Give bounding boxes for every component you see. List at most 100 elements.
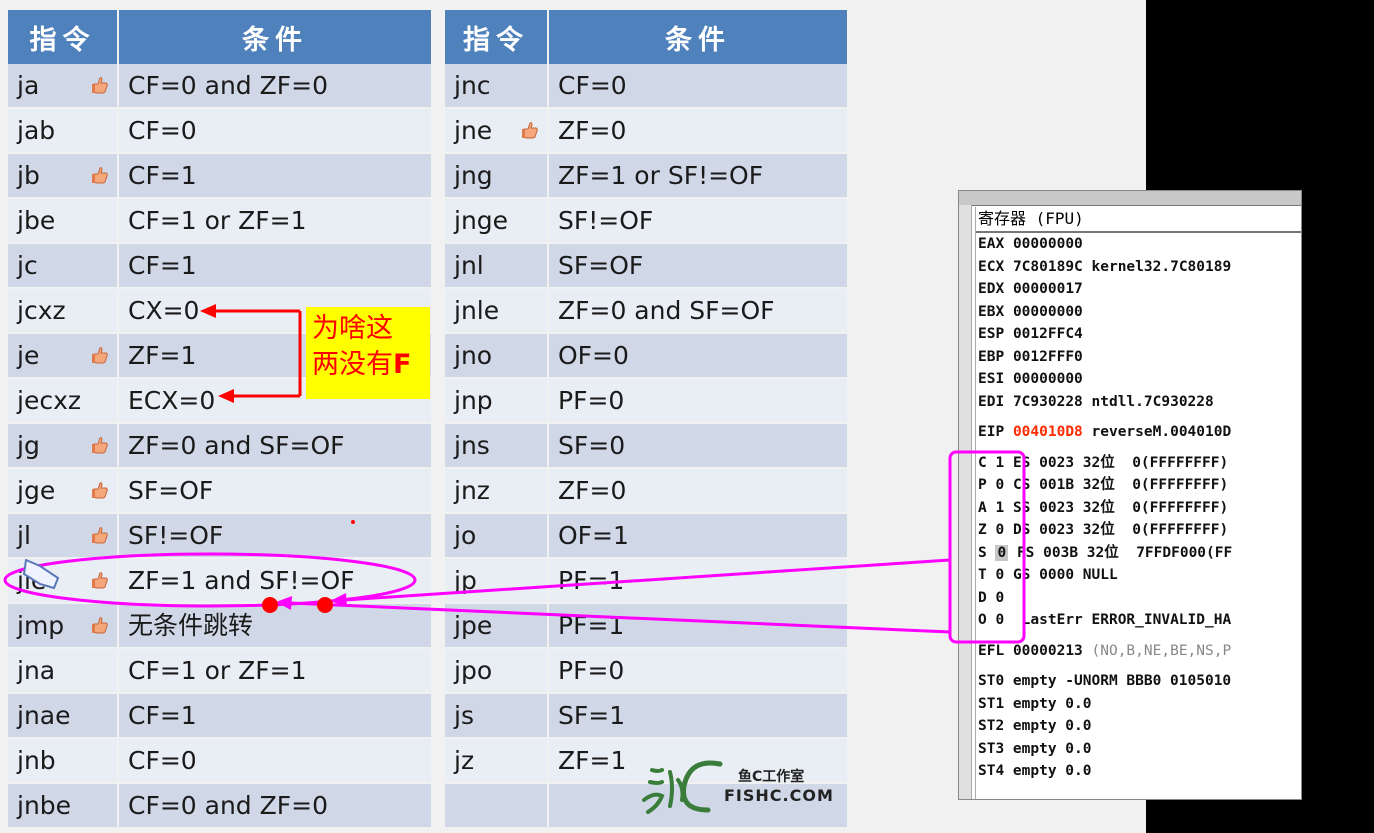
register-edx[interactable]: EDX 00000017 <box>976 278 1301 301</box>
instruction-cell: jna <box>8 648 119 694</box>
instruction-cell: jnc <box>438 64 549 109</box>
thumbs-up-icon <box>91 75 109 95</box>
thumbs-up-icon <box>521 120 539 140</box>
fpu-register-st3[interactable]: ST3 empty 0.0 <box>976 738 1301 761</box>
table-row: jab CF=0 jne ZF=0 <box>8 108 849 154</box>
register-panel-body: 寄存器 (FPU) EAX 00000000 ECX 7C80189C kern… <box>975 207 1301 799</box>
instruction-cell: jle <box>8 558 119 604</box>
condition-cell: 无条件跳转 <box>118 603 445 649</box>
condition-cell: ZF=0 and SF=OF <box>118 423 445 469</box>
instruction-cell: jecxz <box>8 378 119 424</box>
instruction-cell: jc <box>8 243 119 289</box>
table-row: jmp 无条件跳转 jpe PF=1 <box>8 603 849 649</box>
header-condition-1: 条件 <box>118 10 445 64</box>
flag-row-d[interactable]: D 0 <box>976 587 1301 610</box>
instruction-cell: jge <box>8 468 119 514</box>
condition-cell: CF=0 and ZF=0 <box>118 783 445 829</box>
table-row: jle ZF=1 and SF!=OF jp PF=1 <box>8 558 849 604</box>
table-row: ja CF=0 and ZF=0 jnc CF=0 <box>8 64 849 109</box>
thumbs-up-icon <box>91 345 109 365</box>
register-scrollbar[interactable] <box>959 205 972 799</box>
instruction-cell: jl <box>8 513 119 559</box>
thumbs-up-icon <box>91 165 109 185</box>
register-efl[interactable]: EFL 00000213 (NO,B,NE,BE,NS,P <box>976 640 1301 663</box>
instruction-cell: jpe <box>438 603 549 649</box>
register-ecx[interactable]: ECX 7C80189C kernel32.7C80189 <box>976 256 1301 279</box>
register-esp[interactable]: ESP 0012FFC4 <box>976 323 1301 346</box>
thumbs-up-icon <box>91 570 109 590</box>
register-ebp[interactable]: EBP 0012FFF0 <box>976 346 1301 369</box>
instruction-cell <box>438 783 549 829</box>
condition-cell: SF=OF <box>118 468 445 514</box>
condition-cell: CF=0 <box>548 64 849 109</box>
table-row: jl SF!=OF jo OF=1 <box>8 513 849 559</box>
instruction-cell: jg <box>8 423 119 469</box>
condition-cell: SF!=OF <box>118 513 445 559</box>
thumbs-up-icon <box>91 480 109 500</box>
header-condition-2: 条件 <box>548 10 849 64</box>
register-edi[interactable]: EDI 7C930228 ntdll.7C930228 <box>976 391 1301 414</box>
condition-cell: PF=0 <box>548 378 849 424</box>
instruction-cell: jbe <box>8 198 119 244</box>
flag-row-z[interactable]: Z 0 DS 0023 32位 0(FFFFFFFF) <box>976 519 1301 542</box>
instruction-cell: jab <box>8 108 119 154</box>
instruction-cell: jns <box>438 423 549 469</box>
register-ebx[interactable]: EBX 00000000 <box>976 301 1301 324</box>
note-bold-letter: F <box>393 349 412 380</box>
instruction-cell: jmp <box>8 603 119 649</box>
register-esi[interactable]: ESI 00000000 <box>976 368 1301 391</box>
instruction-cell: jnbe <box>8 783 119 829</box>
table-row: jge SF=OF jnz ZF=0 <box>8 468 849 514</box>
instruction-cell: jng <box>438 153 549 199</box>
condition-cell: PF=1 <box>548 603 849 649</box>
general-registers: EAX 00000000 ECX 7C80189C kernel32.7C801… <box>976 233 1301 413</box>
note-line-1: 为啥这 <box>312 313 393 344</box>
condition-cell: CF=1 <box>118 153 445 199</box>
logo-english-text: FISHC.COM <box>724 786 834 805</box>
instruction-cell: jp <box>438 558 549 604</box>
table-header-row: 指令 条件 指令 条件 <box>8 10 849 64</box>
eip-value: 004010D8 <box>1012 424 1083 440</box>
thumbs-up-icon <box>91 615 109 635</box>
header-instruction-2: 指令 <box>438 10 549 64</box>
fpu-register-st2[interactable]: ST2 empty 0.0 <box>976 715 1301 738</box>
flag-row-t[interactable]: T 0 GS 0000 NULL <box>976 564 1301 587</box>
instruction-cell: jnle <box>438 288 549 334</box>
jump-instruction-table: 指令 条件 指令 条件 ja CF=0 and ZF=0 jnc CF=0 jab CF=… <box>8 10 849 829</box>
fishc-calligraphy-icon <box>642 760 723 814</box>
logo-chinese-text: 鱼C工作室 <box>738 769 805 785</box>
condition-cell: CF=0 and ZF=0 <box>118 64 445 109</box>
flag-row-a[interactable]: A 1 SS 0023 32位 0(FFFFFFFF) <box>976 497 1301 520</box>
flag-row-s[interactable]: S 0 FS 003B 32位 7FFDF000(FF <box>976 542 1301 565</box>
fpu-register-st0[interactable]: ST0 empty -UNORM BBB0 0105010 <box>976 670 1301 693</box>
instruction-cell: jnb <box>8 738 119 784</box>
condition-cell: SF=1 <box>548 693 849 739</box>
table-row: jb CF=1 jng ZF=1 or SF!=OF <box>8 153 849 199</box>
thumbs-up-icon <box>91 435 109 455</box>
condition-cell: ZF=1 and SF!=OF <box>118 558 445 604</box>
fpu-register-st1[interactable]: ST1 empty 0.0 <box>976 693 1301 716</box>
register-eip[interactable]: EIP 004010D8 reverseM.004010D <box>976 421 1301 444</box>
condition-cell: CF=1 or ZF=1 <box>118 648 445 694</box>
fpu-registers: ST0 empty -UNORM BBB0 0105010 ST1 empty 0… <box>976 670 1301 783</box>
flag-and-segment-registers: C 1 ES 0023 32位 0(FFFFFFFF) P 0 CS 001B 3… <box>976 452 1301 632</box>
fpu-register-st4[interactable]: ST4 empty 0.0 <box>976 760 1301 783</box>
flag-row-o[interactable]: O 0 LastErr ERROR_INVALID_HA <box>976 609 1301 632</box>
table-row: jg ZF=0 and SF=OF jns SF=0 <box>8 423 849 469</box>
flag-row-c[interactable]: C 1 ES 0023 32位 0(FFFFFFFF) <box>976 452 1301 475</box>
condition-cell: CF=1 <box>118 243 445 289</box>
condition-cell: CF=1 <box>118 693 445 739</box>
condition-cell: SF=OF <box>548 243 849 289</box>
register-window: 寄存器 (FPU) EAX 00000000 ECX 7C80189C kern… <box>958 190 1302 800</box>
register-eax[interactable]: EAX 00000000 <box>976 233 1301 256</box>
header-instruction-1: 指令 <box>8 10 119 64</box>
condition-cell: ZF=1 or SF!=OF <box>548 153 849 199</box>
condition-cell: ZF=0 <box>548 108 849 154</box>
condition-cell: SF=0 <box>548 423 849 469</box>
instruction-cell: je <box>8 333 119 379</box>
condition-cell: CF=0 <box>118 738 445 784</box>
table-row: jnae CF=1 js SF=1 <box>8 693 849 739</box>
instruction-cell: jcxz <box>8 288 119 334</box>
note-line-2: 两没有F <box>312 349 412 380</box>
flag-row-p[interactable]: P 0 CS 001B 32位 0(FFFFFFFF) <box>976 474 1301 497</box>
